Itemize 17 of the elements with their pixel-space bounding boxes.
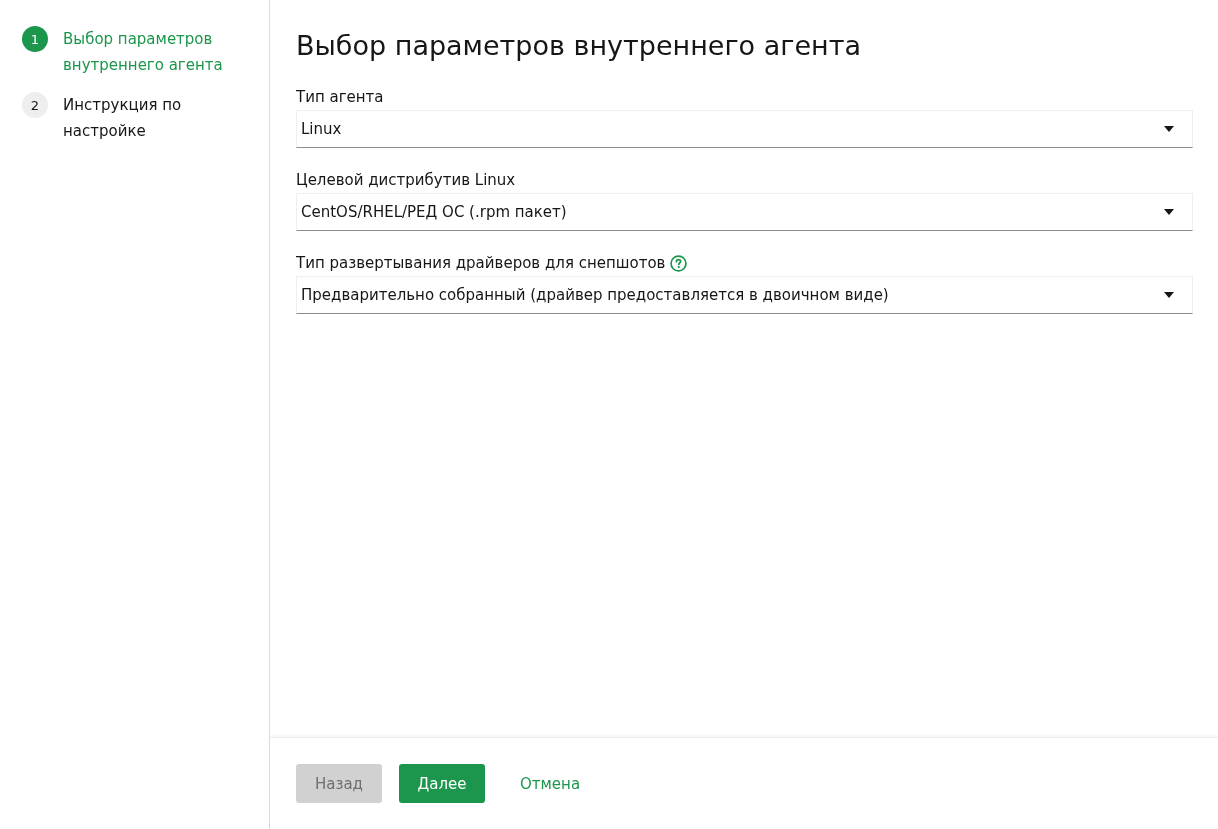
- caret-down-icon: [1164, 292, 1174, 298]
- step-link[interactable]: Выбор параметров внутреннего агента: [63, 26, 248, 78]
- caret-down-icon: [1164, 126, 1174, 132]
- step-number: 1: [22, 26, 48, 52]
- step-number: 2: [22, 92, 48, 118]
- cancel-link[interactable]: Отмена: [502, 764, 599, 803]
- page-title: Выбор параметров внутреннего агента: [296, 29, 862, 63]
- dropdown-select[interactable]: Предварительно собранный (драйвер предоставляется в двоичном виде): [296, 276, 1193, 314]
- dropdown-select[interactable]: CentOS/RHEL/РЕД ОС (.rpm пакет): [296, 193, 1193, 231]
- field-label: Целевой дистрибутив Linux: [296, 171, 516, 189]
- step-link[interactable]: Инструкция по настройке: [63, 92, 248, 144]
- action-button[interactable]: Далее: [399, 764, 485, 803]
- dropdown-select[interactable]: Linux: [296, 110, 1193, 148]
- help-icon[interactable]: [670, 254, 688, 272]
- field-label: Тип агента: [296, 88, 384, 106]
- field-label: Тип развертывания драйверов для снепшотов: [296, 254, 666, 272]
- caret-down-icon: [1164, 209, 1174, 215]
